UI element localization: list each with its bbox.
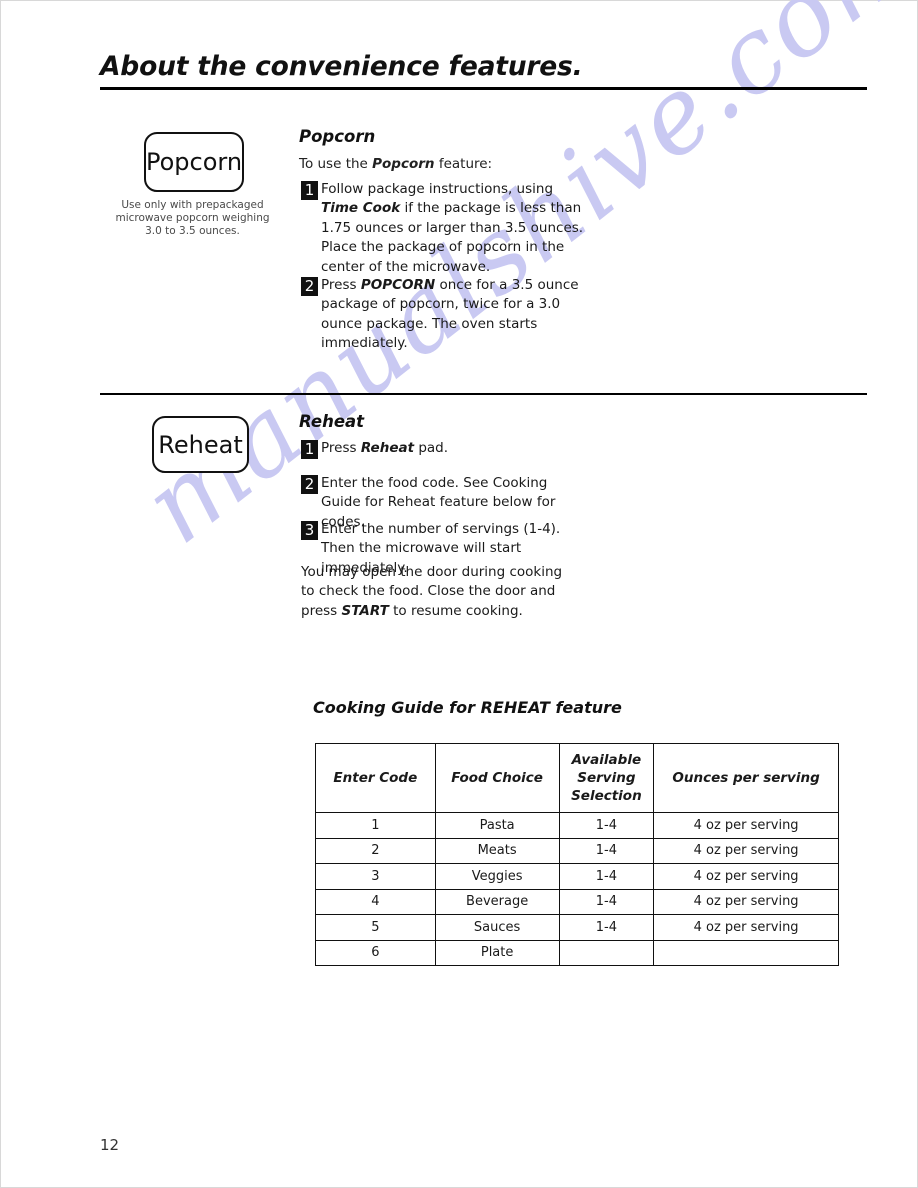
cell-serving-selection: 1-4 xyxy=(558,888,655,915)
header-rule xyxy=(100,87,867,90)
popcorn-intro-suffix: feature: xyxy=(434,156,493,172)
step-badge: 2 xyxy=(301,475,318,494)
popcorn-intro-emphasis: Popcorn xyxy=(372,156,435,172)
cell-serving-selection: 1-4 xyxy=(558,863,655,890)
cell-ounces-per-serving: 4 oz per serving xyxy=(653,888,839,915)
popcorn-step-1: 1 Follow package instructions, using Tim… xyxy=(301,180,591,277)
section-divider-rule xyxy=(100,393,867,395)
cooking-guide-title: Cooking Guide for REHEAT feature xyxy=(313,698,622,717)
popcorn-intro-prefix: To use the xyxy=(299,156,373,172)
popcorn-pad-label: Popcorn xyxy=(145,148,243,176)
reheat-heading: Reheat xyxy=(299,412,365,431)
step-badge: 3 xyxy=(301,521,318,540)
cell-food-choice: Veggies xyxy=(434,863,560,890)
step-text: Press Reheat pad. xyxy=(321,440,449,456)
manual-page: manualshive.com About the convenience fe… xyxy=(0,0,918,1188)
popcorn-pad-caption: Use only with prepackaged microwave popc… xyxy=(115,199,270,237)
step-badge: 1 xyxy=(301,440,318,459)
step-text: Press POPCORN once for a 3.5 ounce packa… xyxy=(321,277,579,352)
step-text: Follow package instructions, using Time … xyxy=(321,181,584,275)
popcorn-step-2: 2 Press POPCORN once for a 3.5 ounce pac… xyxy=(301,276,591,354)
column-header-food-choice: Food Choice xyxy=(434,743,560,813)
table-body: 1 Pasta 1-4 4 oz per serving 2 Meats 1-4 4 oz p… xyxy=(315,812,839,966)
cell-enter-code: 3 xyxy=(315,863,436,890)
cell-enter-code: 4 xyxy=(315,888,436,915)
table-row: 4 Beverage 1-4 4 oz per serving xyxy=(315,888,839,915)
cell-food-choice: Beverage xyxy=(434,888,560,915)
cell-enter-code: 2 xyxy=(315,837,436,864)
page-title: About the convenience features. xyxy=(100,51,583,82)
step-badge: 2 xyxy=(301,277,318,296)
table-header-row: Enter Code Food Choice Available Serving… xyxy=(315,743,839,813)
column-header-ounces-per-serving: Ounces per serving xyxy=(653,743,839,813)
table-row: 1 Pasta 1-4 4 oz per serving xyxy=(315,812,839,839)
cell-serving-selection: 1-4 xyxy=(558,812,655,839)
cell-ounces-per-serving: 4 oz per serving xyxy=(653,812,839,839)
reheat-note: You may open the door during cooking to … xyxy=(301,564,563,619)
page-content: About the convenience features. Popcorn … xyxy=(1,1,917,1187)
popcorn-intro: To use the Popcorn feature: xyxy=(299,156,492,172)
popcorn-heading: Popcorn xyxy=(299,127,376,146)
table-row: 5 Sauces 1-4 4 oz per serving xyxy=(315,914,839,941)
cell-ounces-per-serving: 4 oz per serving xyxy=(653,914,839,941)
step-badge: 1 xyxy=(301,181,318,200)
cell-ounces-per-serving: 4 oz per serving xyxy=(653,837,839,864)
cell-food-choice: Sauces xyxy=(434,914,560,941)
cell-serving-selection xyxy=(558,939,655,966)
table-row: 6 Plate xyxy=(315,939,839,966)
table-row: 3 Veggies 1-4 4 oz per serving xyxy=(315,863,839,890)
reheat-pad-label: Reheat xyxy=(158,430,243,459)
cell-enter-code: 6 xyxy=(315,939,436,966)
cell-food-choice: Pasta xyxy=(434,812,560,839)
cell-enter-code: 5 xyxy=(315,914,436,941)
cell-ounces-per-serving xyxy=(653,939,839,966)
cell-food-choice: Meats xyxy=(434,837,560,864)
column-header-enter-code: Enter Code xyxy=(315,743,436,813)
cell-serving-selection: 1-4 xyxy=(558,914,655,941)
cell-serving-selection: 1-4 xyxy=(558,837,655,864)
popcorn-pad-graphic: Popcorn xyxy=(144,132,244,192)
reheat-step-1: 1 Press Reheat pad. xyxy=(301,439,591,459)
cooking-guide-table: Enter Code Food Choice Available Serving… xyxy=(315,743,839,966)
column-header-available-serving-selection: Available Serving Selection xyxy=(558,743,655,813)
page-number: 12 xyxy=(100,1136,120,1154)
table-row: 2 Meats 1-4 4 oz per serving xyxy=(315,837,839,864)
cell-ounces-per-serving: 4 oz per serving xyxy=(653,863,839,890)
cell-food-choice: Plate xyxy=(434,939,560,966)
reheat-pad-graphic: Reheat xyxy=(152,416,249,473)
cell-enter-code: 1 xyxy=(315,812,436,839)
